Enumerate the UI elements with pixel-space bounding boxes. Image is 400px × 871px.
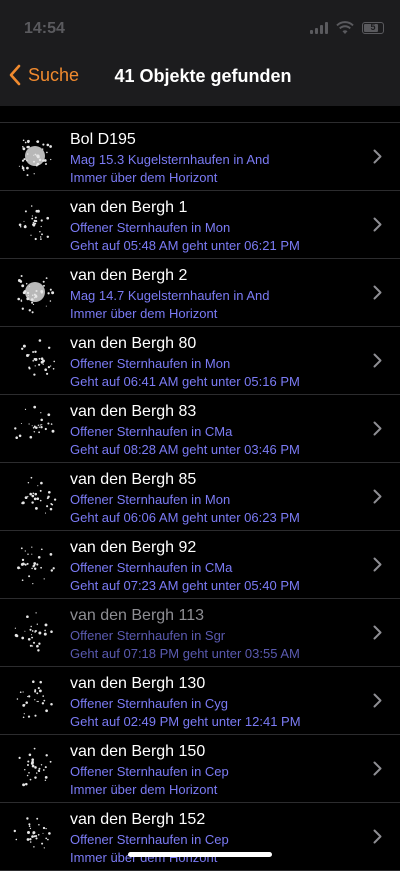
list-item[interactable]: van den Bergh 2 Mag 14.7 Kugelsternhaufen… <box>0 259 400 327</box>
star-cluster-icon <box>17 546 55 585</box>
object-name: van den Bergh 150 <box>70 743 206 760</box>
home-indicator[interactable] <box>128 852 272 857</box>
navigation-bar: Suche 41 Objekte gefunden <box>0 50 400 106</box>
object-visibility: Geht auf 05:48 AM geht unter 06:21 PM <box>70 238 300 253</box>
object-visibility: Geht auf 02:49 PM geht unter 12:41 PM <box>70 714 301 729</box>
object-name: van den Bergh 80 <box>70 335 197 352</box>
list-item[interactable]: van den Bergh 150 Offener Sternhaufen in … <box>0 735 400 803</box>
object-type: Offener Sternhaufen in Sgr <box>70 628 226 643</box>
object-name: Bol D195 <box>70 131 136 148</box>
list-item[interactable]: Bol D195 Mag 15.3 Kugelsternhaufen in And… <box>0 123 400 191</box>
star-cluster-icon <box>21 339 55 376</box>
star-cluster-icon <box>18 205 50 241</box>
object-name: van den Bergh 130 <box>70 675 206 692</box>
star-cluster-icon <box>16 680 53 719</box>
list-item[interactable]: van den Bergh 113 Offener Sternhaufen in … <box>0 599 400 667</box>
list-item[interactable]: van den Bergh 85 Offener Sternhaufen in M… <box>0 463 400 531</box>
object-name: van den Bergh 1 <box>70 199 188 216</box>
object-type: Offener Sternhaufen in Cep <box>70 764 229 779</box>
battery-level: 5 <box>370 22 376 32</box>
object-visibility: Geht auf 07:18 PM geht unter 03:55 AM <box>70 646 300 661</box>
chevron-right-icon <box>373 761 382 776</box>
object-name: van den Bergh 83 <box>70 403 197 420</box>
results-list: Bol D195 Mag 15.3 Kugelsternhaufen in And… <box>0 122 400 871</box>
object-type: Offener Sternhaufen in Cep <box>70 832 229 847</box>
chevron-right-icon <box>373 421 382 436</box>
object-name: van den Bergh 85 <box>70 471 197 488</box>
object-type: Offener Sternhaufen in Mon <box>70 356 231 371</box>
list-item[interactable]: van den Bergh 1 Offener Sternhaufen in Mo… <box>0 191 400 259</box>
list-item[interactable]: van den Bergh 83 Offener Sternhaufen in C… <box>0 395 400 463</box>
object-name: van den Bergh 2 <box>70 267 188 284</box>
chevron-right-icon <box>373 625 382 640</box>
battery-icon: 5 <box>362 22 384 34</box>
object-visibility: Geht auf 06:06 AM geht unter 06:23 PM <box>70 510 300 525</box>
object-type: Offener Sternhaufen in CMa <box>70 424 233 439</box>
list-item[interactable]: van den Bergh 92 Offener Sternhaufen in C… <box>0 531 400 599</box>
chevron-right-icon <box>373 489 382 504</box>
object-visibility: Immer über dem Horizont <box>70 306 218 321</box>
status-icons: 5 <box>310 21 384 35</box>
object-visibility: Geht auf 06:41 AM geht unter 05:16 PM <box>70 374 300 389</box>
star-cluster-icon <box>14 405 55 439</box>
object-name: van den Bergh 152 <box>70 811 206 828</box>
object-visibility: Immer über dem Horizont <box>70 170 218 185</box>
chevron-right-icon <box>373 829 382 844</box>
star-cluster-icon <box>14 612 53 652</box>
object-type: Offener Sternhaufen in Mon <box>70 220 231 235</box>
status-bar: 14:54 5 <box>0 0 400 50</box>
chevron-right-icon <box>373 285 382 300</box>
object-name: van den Bergh 113 <box>70 607 205 624</box>
wifi-icon <box>336 21 354 34</box>
signal-icon <box>310 22 328 34</box>
star-cluster-icon <box>13 817 51 849</box>
status-time: 14:54 <box>24 20 65 37</box>
list-item[interactable]: van den Bergh 130 Offener Sternhaufen in … <box>0 667 400 735</box>
object-type: Mag 15.3 Kugelsternhaufen in And <box>70 152 270 167</box>
object-type: Offener Sternhaufen in CMa <box>70 560 233 575</box>
chevron-right-icon <box>373 217 382 232</box>
object-type: Offener Sternhaufen in Mon <box>70 492 231 507</box>
chevron-right-icon <box>373 693 382 708</box>
chevron-right-icon <box>373 557 382 572</box>
star-cluster-icon <box>18 139 52 177</box>
object-visibility: Geht auf 07:23 AM geht unter 05:40 PM <box>70 578 300 593</box>
object-visibility: Geht auf 08:28 AM geht unter 03:46 PM <box>70 442 300 457</box>
object-type: Offener Sternhaufen in Cyg <box>70 696 229 711</box>
page-title: 41 Objekte gefunden <box>114 66 292 86</box>
chevron-right-icon <box>373 353 382 368</box>
list-item[interactable]: van den Bergh 80 Offener Sternhaufen in M… <box>0 327 400 395</box>
object-visibility: Immer über dem Horizont <box>70 782 218 797</box>
star-cluster-icon <box>21 476 57 514</box>
object-name: van den Bergh 92 <box>70 539 197 556</box>
list-item[interactable]: van den Bergh 152 Offener Sternhaufen in … <box>0 803 400 871</box>
star-cluster-icon <box>18 747 52 787</box>
object-type: Mag 14.7 Kugelsternhaufen in And <box>70 288 270 303</box>
star-cluster-icon <box>17 274 55 314</box>
chevron-right-icon <box>373 149 382 164</box>
